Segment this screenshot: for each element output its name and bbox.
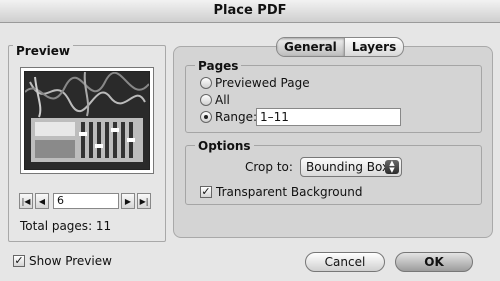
first-page-button[interactable]: |◀ <box>19 193 33 209</box>
all-pages-label: All <box>215 93 230 107</box>
updown-arrows-icon: ▲ ▼ <box>385 160 399 174</box>
last-page-icon: ▶| <box>139 197 149 206</box>
page-number-field[interactable]: 6 <box>53 193 119 209</box>
place-pdf-dialog: Place PDF Preview |◀ ◀ 6 ▶ ▶| Total page… <box>0 0 500 281</box>
total-pages-text: Total pages: 11 <box>20 219 112 233</box>
tab-bar: General Layers <box>276 37 405 57</box>
tab-layers[interactable]: Layers <box>343 38 403 56</box>
preview-thumbnail <box>20 67 154 174</box>
ok-button[interactable]: OK <box>395 252 473 272</box>
range-radio[interactable] <box>200 111 212 123</box>
next-page-icon: ▶ <box>124 197 132 206</box>
range-input[interactable]: 1–11 <box>256 108 401 126</box>
previous-page-button[interactable]: ◀ <box>35 193 49 209</box>
crop-to-label: Crop to: <box>245 160 293 174</box>
cancel-button[interactable]: Cancel <box>305 252 385 272</box>
first-page-icon: |◀ <box>21 197 31 206</box>
window-title: Place PDF <box>0 0 500 23</box>
preview-image <box>24 71 150 170</box>
options-group-title: Options <box>195 139 254 153</box>
transparent-background-label: Transparent Background <box>216 185 363 199</box>
preview-group-label: Preview <box>13 44 74 58</box>
crop-to-select[interactable]: Bounding Box ▲ ▼ <box>300 157 402 177</box>
show-preview-checkbox[interactable]: ✓ <box>13 255 25 267</box>
show-preview-label: Show Preview <box>29 254 112 268</box>
next-page-button[interactable]: ▶ <box>121 193 135 209</box>
transparent-background-checkbox[interactable]: ✓ <box>200 186 212 198</box>
tab-general[interactable]: General <box>277 38 344 56</box>
previous-page-icon: ◀ <box>38 197 46 206</box>
page-navigator: |◀ ◀ 6 ▶ ▶| <box>19 193 153 209</box>
range-label: Range: <box>215 110 258 124</box>
pages-group-title: Pages <box>195 59 242 73</box>
all-pages-radio[interactable] <box>200 94 212 106</box>
previewed-page-label: Previewed Page <box>215 76 310 90</box>
last-page-button[interactable]: ▶| <box>137 193 151 209</box>
crop-to-value: Bounding Box <box>306 160 390 174</box>
preview-photo-art <box>25 72 149 169</box>
previewed-page-radio[interactable] <box>200 77 212 89</box>
